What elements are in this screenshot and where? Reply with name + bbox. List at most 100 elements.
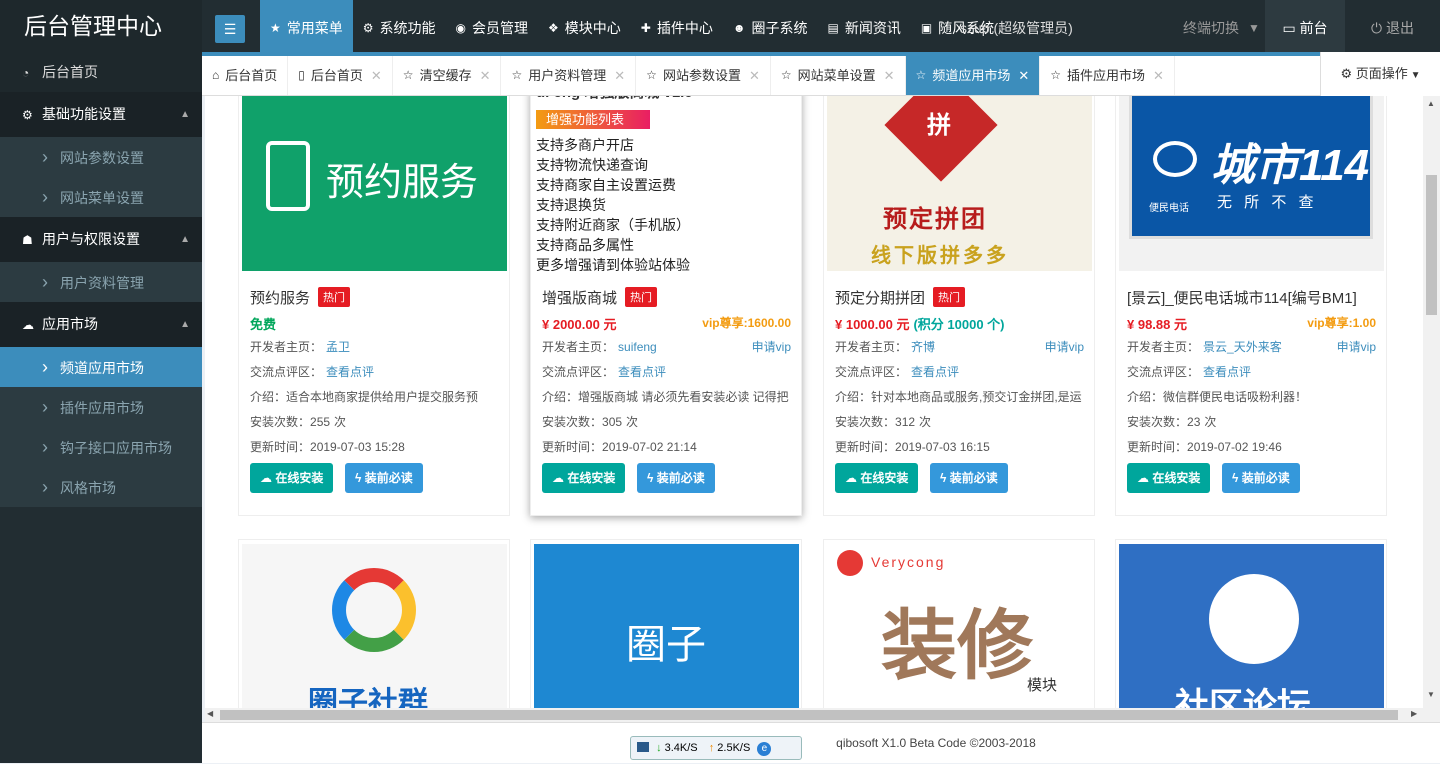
user-circle-icon: ◉ xyxy=(455,21,467,35)
developer-link[interactable]: 齐博 xyxy=(911,340,935,354)
tab-2[interactable]: ☆ 清空缓存 ✕ xyxy=(393,56,502,95)
tab-4[interactable]: ☆ 网站参数设置 ✕ xyxy=(636,56,771,95)
monitor-icon: ▭ xyxy=(1282,20,1300,36)
app-thumbnail[interactable]: 拼预定拼团 线下版拼多多 xyxy=(827,96,1092,271)
app-thumbnail[interactable]: 圈子社群 xyxy=(242,544,507,708)
sidebar-item-2-2[interactable]: › 钩子接口应用市场 xyxy=(0,427,202,467)
developer-link[interactable]: 景云_天外来客 xyxy=(1203,340,1282,354)
tab-3[interactable]: ☆ 用户资料管理 ✕ xyxy=(501,56,637,95)
app-title[interactable]: 预约服务 热门 xyxy=(250,287,351,308)
sidebar-item-0-1[interactable]: › 网站菜单设置 xyxy=(0,177,202,217)
sidebar-toggle-button[interactable]: ☰ xyxy=(215,15,245,43)
meta-label: 更新时间： xyxy=(250,440,311,454)
readme-button[interactable]: ϟ 装前必读 xyxy=(930,463,1008,493)
scroll-down-arrow[interactable]: ▼ xyxy=(1427,690,1435,699)
tab-5[interactable]: ☆ 网站菜单设置 ✕ xyxy=(771,56,906,95)
app-title[interactable]: 预定分期拼团 热门 xyxy=(835,287,966,308)
meta-label: 开发者主页： xyxy=(835,340,908,354)
app-thumbnail[interactable]: 社区论坛 xyxy=(1119,544,1384,708)
network-monitor[interactable]: ↓ 3.4K/S ↑ 2.5K/S e xyxy=(630,736,802,760)
readme-button[interactable]: ϟ 装前必读 xyxy=(637,463,715,493)
tab-label: 插件应用市场 xyxy=(1067,68,1146,83)
app-thumbnail[interactable]: 城市114 便民电话 无 所 不 查 xyxy=(1119,96,1384,271)
app-title[interactable]: [景云]_便民电话城市114[编号BM1] xyxy=(1127,287,1357,308)
page-operations-button[interactable]: ⚙ 页面操作 ▼ xyxy=(1320,52,1440,96)
developer-link[interactable]: 孟卫 xyxy=(326,340,350,354)
sidebar-group-1[interactable]: ☗ 用户与权限设置 ▲ xyxy=(0,217,202,262)
readme-label: 装前必读 xyxy=(949,471,998,485)
view-comments-link[interactable]: 查看点评 xyxy=(1203,365,1251,379)
apply-vip-link[interactable]: 申请vip xyxy=(1045,338,1084,355)
topnav-item-label: 新闻资讯 xyxy=(844,20,901,36)
install-button[interactable]: ☁ 在线安装 xyxy=(1127,463,1211,493)
sidebar-item-2-1[interactable]: › 插件应用市场 xyxy=(0,387,202,427)
app-logo[interactable]: 后台管理中心 xyxy=(0,0,202,52)
scroll-up-arrow[interactable]: ▲ xyxy=(1427,99,1435,108)
user-info[interactable]: szup (超级管理员) xyxy=(960,0,1073,57)
app-thumbnail[interactable]: 圈子 xyxy=(534,544,799,708)
sidebar-item-2-0[interactable]: › 频道应用市场 xyxy=(0,347,202,387)
sidebar-group-2[interactable]: ☁ 应用市场 ▲ xyxy=(0,302,202,347)
app-price: ¥ 98.88 元 xyxy=(1127,314,1187,333)
horizontal-scroll-thumb[interactable] xyxy=(220,710,1398,720)
thumbnail-big: 城市114 xyxy=(1211,141,1370,190)
file-icon: ▤ xyxy=(827,21,839,35)
terminal-switch[interactable]: 终端切换 xyxy=(1183,0,1239,57)
topnav-item-0[interactable]: ★ 常用菜单 xyxy=(260,0,353,57)
close-icon[interactable]: ✕ xyxy=(884,56,895,95)
view-comments-link[interactable]: 查看点评 xyxy=(911,365,959,379)
app-thumbnail[interactable]: Verycong 装修 模块 xyxy=(827,544,1092,708)
cubes-icon: ❖ xyxy=(548,21,559,35)
apply-vip-link[interactable]: 申请vip xyxy=(752,338,791,355)
scroll-right-arrow[interactable]: ▶ xyxy=(1411,709,1417,718)
topnav-item-6[interactable]: ▤ 新闻资讯 xyxy=(817,0,910,57)
app-thumbnail[interactable]: ui cng 增强版商城 v1.0 增强功能列表支持多商户开店支持物流快递查询支持… xyxy=(534,96,799,271)
view-comments-link[interactable]: 查看点评 xyxy=(326,365,374,379)
topnav-item-3[interactable]: ❖ 模块中心 xyxy=(538,0,631,57)
close-icon[interactable]: ✕ xyxy=(1018,56,1029,95)
topnav-item-5[interactable]: ☻ 圈子系统 xyxy=(723,0,818,57)
close-icon[interactable]: ✕ xyxy=(480,56,491,95)
caret-down-icon[interactable]: ▼ xyxy=(1248,0,1260,57)
topnav-item-label: 插件中心 xyxy=(656,20,713,36)
caret-up-icon: ▲ xyxy=(180,109,190,120)
topnav-item-2[interactable]: ◉ 会员管理 xyxy=(446,0,538,57)
install-button[interactable]: ☁ 在线安装 xyxy=(250,463,334,493)
view-comments-link[interactable]: 查看点评 xyxy=(618,365,666,379)
close-icon[interactable]: ✕ xyxy=(614,56,625,95)
star-outline-icon: ☆ xyxy=(780,68,792,82)
install-button[interactable]: ☁ 在线安装 xyxy=(542,463,626,493)
brand-logo-icon xyxy=(837,550,863,576)
scroll-left-arrow[interactable]: ◀ xyxy=(207,709,213,718)
developer-link[interactable]: suifeng xyxy=(618,340,657,354)
sidebar-item-home[interactable]: ◔ 后台首页 xyxy=(0,52,202,92)
tab-7[interactable]: ☆ 插件应用市场 ✕ xyxy=(1040,56,1175,95)
apply-vip-link[interactable]: 申请vip xyxy=(1337,338,1376,355)
logout-button[interactable]: ⏻ 退出 xyxy=(1345,0,1440,57)
app-card: 圈子 xyxy=(530,539,802,708)
vertical-scroll-thumb[interactable] xyxy=(1426,175,1437,315)
star-outline-icon: ☆ xyxy=(402,68,414,82)
times-unit: 次 xyxy=(334,415,347,429)
tab-1[interactable]: ▯ 后台首页 ✕ xyxy=(288,56,393,95)
tab-0[interactable]: ⌂ 后台首页 xyxy=(202,56,289,95)
topnav-item-1[interactable]: ⚙ 系统功能 xyxy=(353,0,446,57)
tab-6[interactable]: ☆ 频道应用市场 ✕ xyxy=(905,56,1041,95)
sidebar-item-label: 插件应用市场 xyxy=(60,400,144,416)
close-icon[interactable]: ✕ xyxy=(1153,56,1164,95)
app-title[interactable]: 增强版商城 热门 xyxy=(542,287,658,308)
install-button[interactable]: ☁ 在线安装 xyxy=(835,463,919,493)
readme-button[interactable]: ϟ 装前必读 xyxy=(1222,463,1300,493)
close-icon[interactable]: ✕ xyxy=(371,56,382,95)
tab-label: 频道应用市场 xyxy=(932,68,1011,83)
readme-button[interactable]: ϟ 装前必读 xyxy=(345,463,423,493)
sidebar-item-1-0[interactable]: › 用户资料管理 xyxy=(0,262,202,302)
sidebar-item-2-3[interactable]: › 风格市场 xyxy=(0,467,202,507)
sidebar-group-0[interactable]: ⚙ 基础功能设置 ▲ xyxy=(0,92,202,137)
sidebar-item-0-0[interactable]: › 网站参数设置 xyxy=(0,137,202,177)
front-button[interactable]: ▭ 前台 xyxy=(1265,0,1345,57)
app-thumbnail[interactable]: 预约服务 xyxy=(242,96,507,271)
times-unit: 次 xyxy=(1204,415,1217,429)
close-icon[interactable]: ✕ xyxy=(749,56,760,95)
topnav-item-4[interactable]: ✚ 插件中心 xyxy=(631,0,723,57)
